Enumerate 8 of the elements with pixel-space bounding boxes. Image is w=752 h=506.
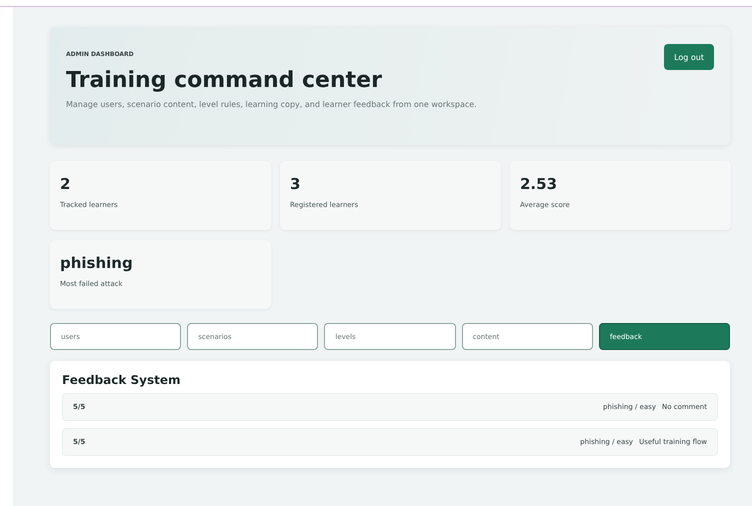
- logout-button[interactable]: Log out: [664, 44, 714, 70]
- stat-value: 3: [290, 175, 300, 193]
- stat-value: 2.53: [520, 175, 558, 193]
- page-title: Training command center: [66, 68, 383, 93]
- stat-value: 2: [60, 175, 70, 193]
- panel-title: Feedback System: [62, 373, 182, 387]
- page-description: Manage users, scenario content, level rules, learning copy, and learner feedback from one workspace.: [66, 99, 478, 111]
- stat-value: phishing: [60, 254, 133, 272]
